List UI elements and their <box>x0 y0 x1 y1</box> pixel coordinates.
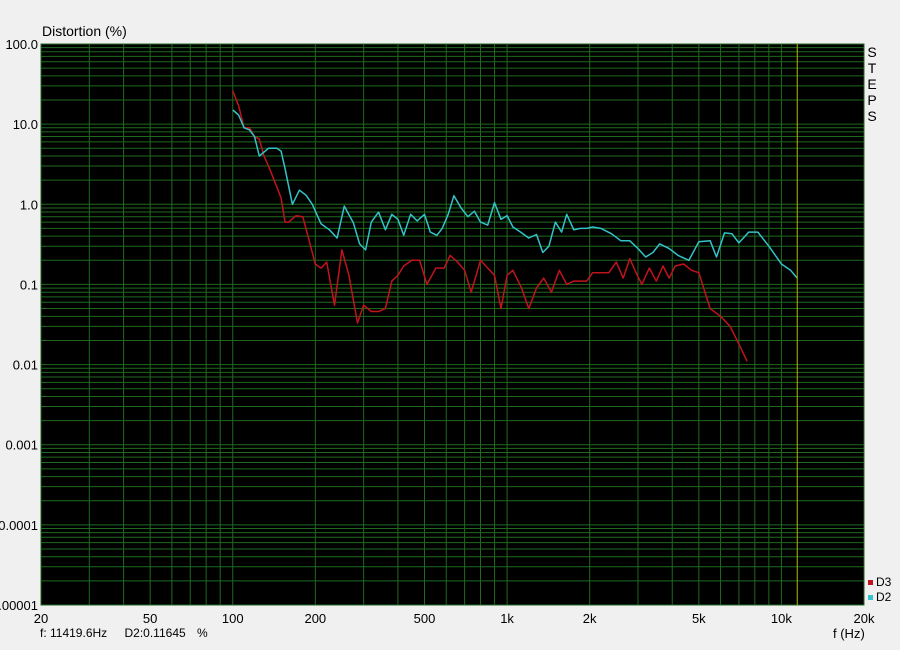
x-axis-unit: f (Hz) <box>833 626 865 641</box>
x-tick-label: 50 <box>143 611 157 626</box>
x-tick-label: 5k <box>692 611 706 626</box>
x-tick-label: 10k <box>771 611 792 626</box>
x-tick-label: 100 <box>222 611 244 626</box>
y-tick-label: 0.01 <box>13 358 38 373</box>
legend-label-d3: D3 <box>876 575 892 589</box>
cursor-unit: % <box>197 626 208 640</box>
cursor-value: D2:0.11645 <box>124 626 186 640</box>
legend-item-d3[interactable]: D3 <box>868 575 891 589</box>
y-tick-label: 0.1 <box>20 277 38 292</box>
legend-swatch-d3 <box>868 580 873 586</box>
cursor-frequency: f: 11419.6Hz <box>40 626 108 640</box>
y-tick-label: 1.0 <box>20 197 38 212</box>
y-axis-label: Distortion (%) <box>42 23 127 39</box>
steps-letter: P <box>867 92 877 108</box>
x-tick-label: 2k <box>583 611 597 626</box>
legend-item-d2[interactable]: D2 <box>868 590 891 604</box>
steps-letter: E <box>867 76 877 92</box>
x-tick-label: 200 <box>304 611 326 626</box>
y-tick-label: 10.0 <box>13 117 38 132</box>
cursor-readout: f: 11419.6Hz D2:0.11645 % <box>40 626 208 640</box>
x-tick-label: 500 <box>414 611 436 626</box>
steps-letter: S <box>867 108 877 124</box>
y-tick-label: 0.001 <box>5 438 38 453</box>
y-tick-label: 0.0001 <box>0 518 38 533</box>
x-tick-label: 20k <box>854 611 875 626</box>
steps-letter: T <box>867 60 877 76</box>
x-tick-label: 20 <box>34 611 48 626</box>
steps-letter: S <box>867 44 877 60</box>
legend-label-d2: D2 <box>876 590 892 604</box>
distortion-chart: 20 50 100 200 500 1k 2k 5k 10k 20k 100.0 10.0 1.0 0.1… <box>0 37 875 626</box>
x-tick-label: 1k <box>500 611 514 626</box>
y-tick-label: 0.00001 <box>0 598 38 613</box>
steps-label: S T E P S <box>866 44 878 124</box>
legend-swatch-d2 <box>868 595 873 601</box>
y-tick-label: 100.0 <box>5 37 38 52</box>
